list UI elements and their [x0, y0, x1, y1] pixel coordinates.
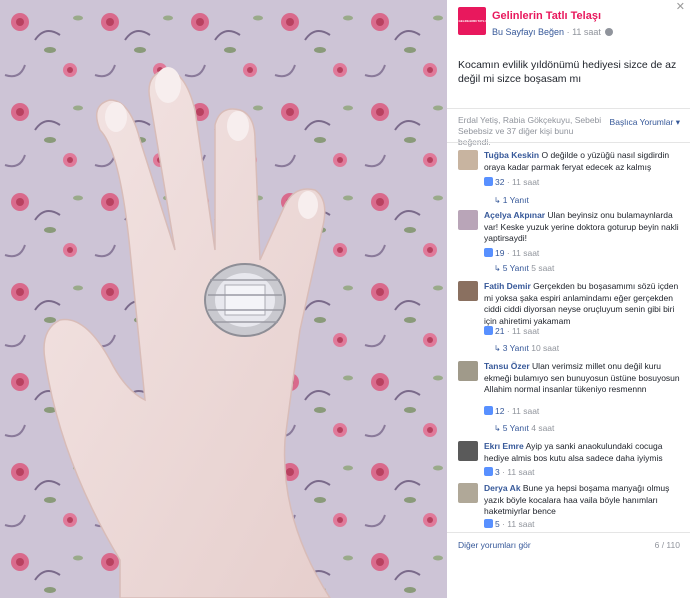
reply-time: 5 saat — [531, 263, 555, 273]
comment-body: Tansu Özer Ulan verimsiz millet onu deği… — [484, 361, 680, 396]
divider — [447, 532, 690, 533]
hand-with-ring-image — [0, 0, 447, 598]
page-avatar[interactable]: GELINLERIN TATLI TELAŞI — [458, 7, 486, 51]
view-replies-link[interactable]: ↳ 5 Yanıt 5 saat — [494, 263, 554, 273]
comment-time[interactable]: 11 saat — [507, 467, 534, 477]
page-logo-text: GELINLERIN TATLI TELAŞI — [458, 19, 486, 51]
reply-arrow-icon: ↳ — [494, 196, 501, 205]
comment-body: Ekrı Emre Ayip ya sanki anaokulundaki co… — [484, 441, 680, 464]
like-thumb-icon — [484, 519, 493, 528]
replies-count: 1 Yanıt — [502, 195, 529, 205]
comment-actions: 21 · 11 saat — [484, 326, 539, 336]
meta-separator: · — [564, 27, 573, 37]
reply-arrow-icon: ↳ — [494, 424, 501, 433]
commenter-name[interactable]: Ekrı Emre — [484, 441, 524, 451]
post-time[interactable]: 11 saat — [572, 27, 601, 37]
post-photo[interactable] — [0, 0, 447, 598]
like-thumb-icon — [484, 248, 493, 257]
view-more-comments-link[interactable]: Diğer yorumları gör — [458, 540, 531, 550]
comment-body: Tuğba Keskin O değilde o yüzüğü nasıl si… — [484, 150, 680, 173]
like-page-link[interactable]: Bu Sayfayı Beğen — [492, 27, 564, 37]
comment-body: Fatih Demir Gerçekden bu boşasamımı sözü… — [484, 281, 680, 327]
commenter-name[interactable]: Tuğba Keskin — [484, 150, 539, 160]
like-thumb-icon — [484, 326, 493, 335]
comment-time[interactable]: 11 saat — [512, 177, 539, 187]
comment-like-count[interactable]: 3 — [495, 467, 500, 477]
post-text: Kocamın evlilik yıldönümü hediyesi sizce… — [458, 59, 677, 85]
comment-actions: 19 · 11 saat — [484, 248, 539, 258]
comment-like-count[interactable]: 21 — [495, 326, 504, 336]
divider — [447, 108, 690, 109]
comment-like-count[interactable]: 19 — [495, 248, 504, 258]
post-header: GELINLERIN TATLI TELAŞI Gelinlerin Tatlı… — [458, 7, 678, 51]
post-meta: Bu Sayfayı Beğen · 11 saat — [492, 27, 614, 37]
commenter-avatar[interactable] — [458, 210, 478, 230]
chevron-down-icon: ▾ — [675, 117, 680, 127]
comment-time[interactable]: 11 saat — [512, 326, 539, 336]
comment-time[interactable]: 11 saat — [512, 406, 539, 416]
ring — [204, 263, 286, 337]
commenter-name[interactable]: Fatih Demir — [484, 281, 531, 291]
reply-arrow-icon: ↳ — [494, 344, 501, 353]
comment-actions: 3 · 11 saat — [484, 467, 535, 477]
commenter-avatar[interactable] — [458, 441, 478, 461]
divider — [447, 142, 690, 143]
comment-actions: 32 · 11 saat — [484, 177, 539, 187]
comments-count: 6 / 110 — [654, 540, 680, 550]
globe-icon — [605, 28, 614, 36]
reply-time: 10 saat — [531, 343, 560, 353]
post-details-panel: ✕ GELINLERIN TATLI TELAŞI Gelinlerin Tat… — [447, 0, 690, 598]
replies-count: 3 Yanıt — [502, 343, 529, 353]
likes-summary[interactable]: Erdal Yetiş, Rabia Gökçekuyu, Sebebi Seb… — [458, 115, 608, 148]
commenter-avatar[interactable] — [458, 361, 478, 381]
commenter-name[interactable]: Tansu Özer — [484, 361, 530, 371]
replies-count: 5 Yanıt — [502, 423, 529, 433]
reply-time: 4 saat — [531, 423, 555, 433]
comment-actions: 5 · 11 saat — [484, 519, 535, 529]
replies-count: 5 Yanıt — [502, 263, 529, 273]
comment-body: Açelya Akpınar Ulan beyinsiz onu bulamay… — [484, 210, 680, 245]
comment-like-count[interactable]: 5 — [495, 519, 500, 529]
commenter-avatar[interactable] — [458, 483, 478, 503]
commenter-avatar[interactable] — [458, 150, 478, 170]
view-replies-link[interactable]: ↳ 5 Yanıt 4 saat — [494, 423, 554, 433]
commenter-name[interactable]: Açelya Akpınar — [484, 210, 545, 220]
commenter-name[interactable]: Derya Ak — [484, 483, 521, 493]
view-replies-link[interactable]: ↳ 1 Yanıt — [494, 195, 529, 205]
comment-actions: 12 · 11 saat — [484, 406, 539, 416]
comment-body: Derya Ak Bune ya hepsi boşama manyağı ol… — [484, 483, 680, 518]
comment-time[interactable]: 11 saat — [512, 248, 539, 258]
comment-like-count[interactable]: 12 — [495, 406, 504, 416]
sort-label: Başlıca Yorumlar — [609, 117, 674, 127]
comment-time[interactable]: 11 saat — [507, 519, 534, 529]
commenter-avatar[interactable] — [458, 281, 478, 301]
reply-arrow-icon: ↳ — [494, 264, 501, 273]
comment-sort-dropdown[interactable]: Başlıca Yorumlar ▾ — [610, 117, 680, 128]
like-thumb-icon — [484, 467, 493, 476]
comment-like-count[interactable]: 32 — [495, 177, 504, 187]
page-name-link[interactable]: Gelinlerin Tatlı Telaşı — [492, 10, 601, 22]
like-thumb-icon — [484, 177, 493, 186]
like-thumb-icon — [484, 406, 493, 415]
view-replies-link[interactable]: ↳ 3 Yanıt 10 saat — [494, 343, 559, 353]
